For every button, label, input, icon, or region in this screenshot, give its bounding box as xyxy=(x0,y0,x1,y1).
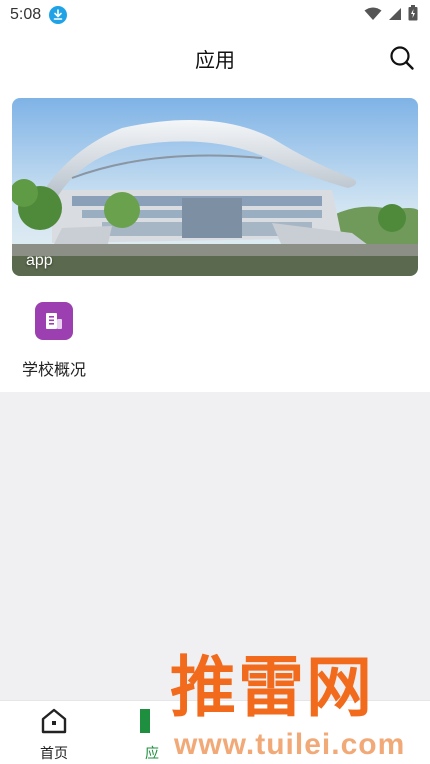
nav-label-home: 首页 xyxy=(40,746,68,762)
banner-caption: app xyxy=(26,252,53,269)
wifi-icon xyxy=(364,6,382,25)
nav-label-apps: 应 xyxy=(145,746,159,762)
apps-grid: 学校概况 xyxy=(0,288,430,392)
signal-icon xyxy=(388,6,402,25)
nav-item-apps[interactable]: 应 xyxy=(112,707,192,763)
home-icon xyxy=(40,707,68,739)
status-time: 5:08 xyxy=(10,6,42,23)
banner-section: app xyxy=(0,86,430,288)
bottom-nav: 首页 应 xyxy=(0,700,430,764)
app-header: 应用 xyxy=(0,30,430,86)
app-label: 学校概况 xyxy=(21,360,86,379)
battery-icon xyxy=(408,5,418,25)
building-icon xyxy=(35,302,73,340)
apps-icon xyxy=(138,707,166,739)
page-title: 应用 xyxy=(195,47,235,72)
search-icon[interactable] xyxy=(388,44,416,72)
app-tile-school-overview[interactable]: 学校概况 xyxy=(14,302,94,386)
banner-carousel[interactable]: app xyxy=(12,98,418,276)
download-icon xyxy=(49,6,68,24)
status-bar: 5:08 xyxy=(0,0,430,30)
status-right xyxy=(364,5,418,25)
banner-image xyxy=(12,98,418,276)
status-left: 5:08 xyxy=(10,6,68,24)
nav-item-home[interactable]: 首页 xyxy=(14,707,94,763)
